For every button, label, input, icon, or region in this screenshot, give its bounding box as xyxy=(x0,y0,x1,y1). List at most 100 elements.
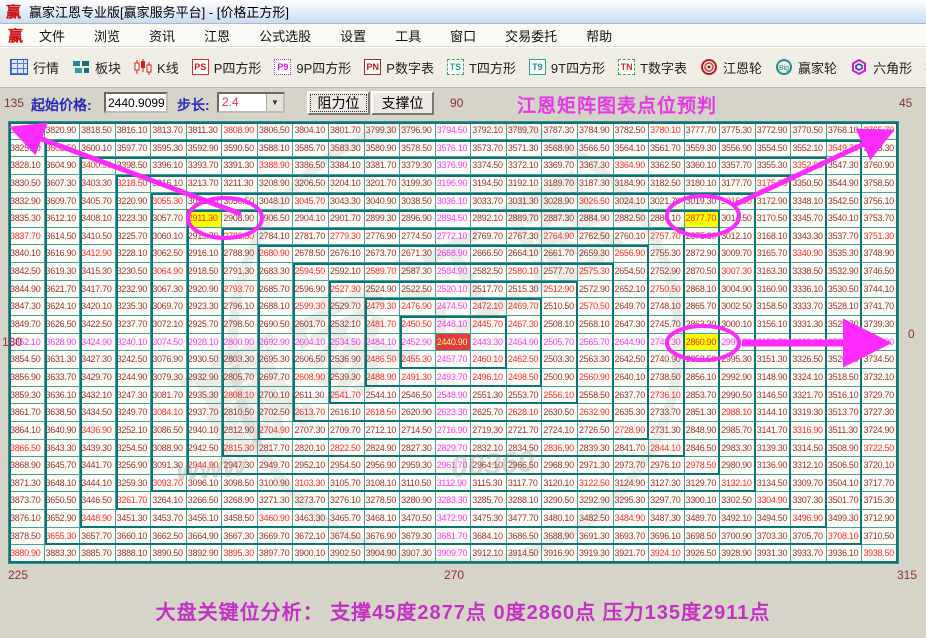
grid-cell[interactable]: 2714.50 xyxy=(400,421,436,440)
grid-cell[interactable]: 3895.30 xyxy=(222,545,258,563)
grid-cell[interactable]: 3295.30 xyxy=(613,492,650,511)
support-button[interactable]: 支撑位 xyxy=(371,91,434,115)
grid-cell[interactable]: 2498.50 xyxy=(506,368,543,387)
grid-cell[interactable]: 2978.50 xyxy=(684,457,721,475)
grid-cell[interactable]: 2640.10 xyxy=(613,368,650,387)
grid-cell[interactable]: 3000.10 xyxy=(720,316,756,334)
menu-item-7[interactable]: 工具 xyxy=(387,24,429,47)
grid-cell[interactable]: 3336.10 xyxy=(791,280,827,299)
key-cell-0度[interactable]: 2860.90 xyxy=(684,333,721,352)
grid-cell[interactable]: 3468.10 xyxy=(364,510,401,528)
grid-cell[interactable]: 2930.50 xyxy=(186,351,223,369)
grid-cell[interactable]: 2925.70 xyxy=(186,316,223,334)
grid-cell[interactable]: 3439.30 xyxy=(80,439,116,458)
grid-cell[interactable]: 2520.10 xyxy=(435,280,472,299)
grid-cell[interactable]: 2858.50 xyxy=(684,351,721,369)
grid-cell[interactable]: 3158.50 xyxy=(755,298,792,317)
grid-cell[interactable]: 3590.50 xyxy=(222,139,258,158)
grid-cell[interactable]: 3626.50 xyxy=(44,316,81,334)
grid-cell[interactable]: 2908.90 xyxy=(222,210,258,228)
grid-cell[interactable]: 2704.90 xyxy=(257,421,294,440)
grid-cell[interactable]: 3393.70 xyxy=(186,157,223,175)
grid-cell[interactable]: 2469.70 xyxy=(506,298,543,317)
grid-cell[interactable]: 3544.90 xyxy=(826,174,863,193)
grid-cell[interactable]: 2736.10 xyxy=(649,386,685,405)
grid-cell[interactable]: 3482.50 xyxy=(577,510,614,528)
grid-cell[interactable]: 2772.10 xyxy=(435,227,472,246)
grid-cell[interactable]: 3420.10 xyxy=(80,298,116,317)
grid-cell[interactable]: 3201.70 xyxy=(364,174,401,193)
grid-cell[interactable]: 2570.50 xyxy=(577,298,614,317)
grid-cell[interactable]: 2738.50 xyxy=(649,368,685,387)
grid-cell[interactable]: 3700.90 xyxy=(720,527,756,546)
grid-cell[interactable]: 3784.90 xyxy=(577,122,614,140)
grid-cell[interactable]: 2632.90 xyxy=(577,404,614,422)
grid-cell[interactable]: 3417.70 xyxy=(80,280,116,299)
toolbar-button-12[interactable]: 六角形 xyxy=(850,58,912,77)
grid-cell[interactable]: 3100.90 xyxy=(257,474,294,493)
grid-cell[interactable]: 3086.50 xyxy=(151,421,187,440)
grid-cell[interactable]: 3021.70 xyxy=(649,192,685,211)
grid-cell[interactable]: 3796.90 xyxy=(400,122,436,140)
grid-cell[interactable]: 3765.70 xyxy=(862,122,898,140)
grid-cell[interactable]: 3508.90 xyxy=(826,439,863,458)
grid-cell[interactable]: 3252.10 xyxy=(115,421,152,440)
grid-cell[interactable]: 2803.30 xyxy=(222,351,258,369)
grid-cell[interactable]: 3504.10 xyxy=(826,474,863,493)
grid-cell[interactable]: 3679.30 xyxy=(400,527,436,546)
grid-cell[interactable]: 3487.30 xyxy=(649,510,685,528)
grid-cell[interactable]: 3933.70 xyxy=(791,545,827,563)
grid-cell[interactable]: 2947.30 xyxy=(222,457,258,475)
grid-cell[interactable]: 2784.10 xyxy=(257,227,294,246)
grid-cell[interactable]: 2652.10 xyxy=(613,280,650,299)
resistance-button[interactable]: 阻力位 xyxy=(307,91,370,115)
grid-cell[interactable]: 3134.50 xyxy=(755,474,792,493)
menu-item-8[interactable]: 窗口 xyxy=(442,24,484,47)
grid-cell[interactable]: 3273.70 xyxy=(293,492,330,511)
grid-cell[interactable]: 2592.10 xyxy=(329,263,365,281)
grid-cell[interactable]: 3204.10 xyxy=(329,174,365,193)
grid-cell[interactable]: 3151.30 xyxy=(755,351,792,369)
grid-cell[interactable]: 3602.50 xyxy=(44,139,81,158)
grid-cell[interactable]: 3028.90 xyxy=(542,192,578,211)
grid-cell[interactable]: 2457.70 xyxy=(435,351,472,369)
grid-cell[interactable]: 3316.90 xyxy=(791,421,827,440)
grid-cell[interactable]: 3105.70 xyxy=(329,474,365,493)
grid-cell[interactable]: 2719.30 xyxy=(471,421,507,440)
grid-cell[interactable]: 3182.50 xyxy=(649,174,685,193)
grid-cell[interactable]: 2918.50 xyxy=(186,263,223,281)
grid-cell[interactable]: 3835.30 xyxy=(9,210,45,228)
grid-cell[interactable]: 3271.30 xyxy=(257,492,294,511)
grid-cell[interactable]: 3823.30 xyxy=(9,122,45,140)
grid-cell[interactable]: 2774.50 xyxy=(400,227,436,246)
grid-cell[interactable]: 2536.90 xyxy=(329,351,365,369)
toolbar-button-5[interactable]: P9 9P四方形 xyxy=(274,58,351,77)
grid-cell[interactable]: 3237.70 xyxy=(115,316,152,334)
grid-cell[interactable]: 2481.70 xyxy=(364,316,401,334)
grid-cell[interactable]: 2625.70 xyxy=(471,404,507,422)
grid-cell[interactable]: 2781.70 xyxy=(293,227,330,246)
grid-cell[interactable]: 3264.10 xyxy=(151,492,187,511)
grid-cell[interactable]: 3463.30 xyxy=(293,510,330,528)
grid-cell[interactable]: 3739.30 xyxy=(862,316,898,334)
grid-cell[interactable]: 3218.50 xyxy=(115,174,152,193)
grid-cell[interactable]: 3583.30 xyxy=(329,139,365,158)
grid-cell[interactable]: 2990.50 xyxy=(720,386,756,405)
grid-cell[interactable]: 3453.70 xyxy=(151,510,187,528)
grid-cell[interactable]: 3780.10 xyxy=(649,122,685,140)
grid-cell[interactable]: 2608.90 xyxy=(293,368,330,387)
grid-cell[interactable]: 3266.50 xyxy=(186,492,223,511)
grid-cell[interactable]: 3043.30 xyxy=(329,192,365,211)
grid-cell[interactable]: 3684.10 xyxy=(471,527,507,546)
grid-cell[interactable]: 2757.70 xyxy=(649,227,685,246)
grid-cell[interactable]: 2822.50 xyxy=(329,439,365,458)
grid-cell[interactable]: 3108.10 xyxy=(364,474,401,493)
grid-cell[interactable]: 3556.90 xyxy=(720,139,756,158)
grid-cell[interactable]: 3240.10 xyxy=(115,333,152,352)
grid-cell[interactable]: 3247.30 xyxy=(115,386,152,405)
grid-cell[interactable]: 3314.50 xyxy=(791,439,827,458)
grid-cell[interactable]: 3112.90 xyxy=(435,474,472,493)
grid-cell[interactable]: 2582.50 xyxy=(471,263,507,281)
grid-cell[interactable]: 3434.50 xyxy=(80,404,116,422)
grid-cell[interactable]: 3897.70 xyxy=(257,545,294,563)
